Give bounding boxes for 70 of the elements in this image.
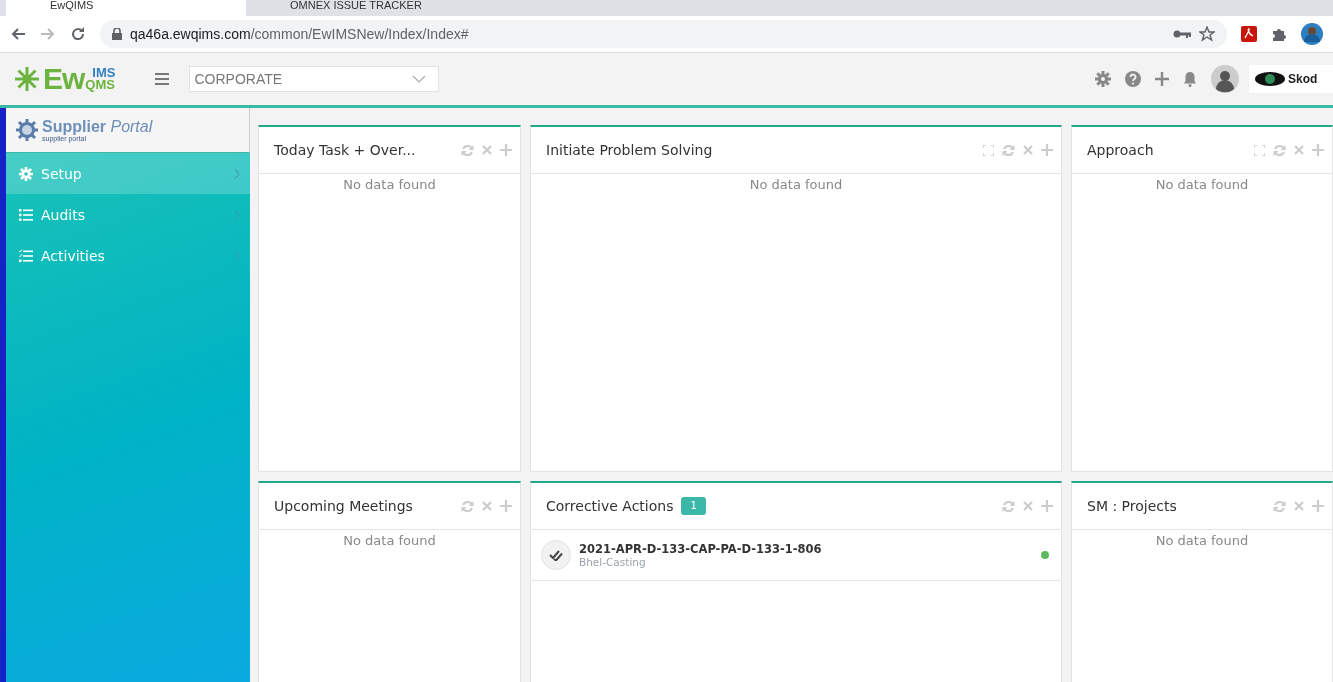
plus-icon[interactable]	[1312, 144, 1324, 156]
logo-text: IMS	[91, 67, 116, 79]
refresh-icon[interactable]	[461, 499, 474, 513]
brand-title: Supplier Portal	[42, 117, 153, 135]
panel-title: SM : Projects	[1087, 498, 1177, 514]
close-icon[interactable]	[1023, 145, 1033, 155]
refresh-icon[interactable]	[461, 143, 474, 157]
back-icon[interactable]	[10, 26, 26, 42]
key-icon[interactable]	[1173, 29, 1191, 39]
close-icon[interactable]	[482, 145, 492, 155]
refresh-icon[interactable]	[1002, 499, 1015, 513]
bell-icon[interactable]	[1183, 71, 1197, 87]
logo-text: QMS	[85, 79, 116, 91]
browser-tab[interactable]: OMNEX ISSUE TRACKER	[246, 0, 486, 16]
fullscreen-icon[interactable]	[983, 144, 994, 156]
close-icon[interactable]	[1294, 501, 1304, 511]
close-icon[interactable]	[1023, 501, 1033, 511]
checklist-icon	[19, 248, 33, 263]
close-icon[interactable]	[482, 501, 492, 511]
gear-emblem-icon	[16, 119, 38, 141]
browser-tab[interactable]: EwQIMS	[6, 0, 246, 16]
logo-text: Ew	[43, 62, 85, 96]
plus-icon[interactable]	[500, 144, 512, 156]
list-icon	[19, 207, 33, 222]
client-logo-text: Skod	[1288, 72, 1318, 86]
forward-icon[interactable]	[40, 26, 56, 42]
chevron-right-icon	[234, 208, 240, 221]
plus-icon[interactable]	[1155, 72, 1169, 86]
lock-icon	[112, 28, 122, 40]
snowflake-icon	[14, 66, 40, 92]
star-icon[interactable]	[1199, 26, 1215, 42]
site-select[interactable]: CORPORATE	[189, 66, 440, 92]
car-badge-icon	[1255, 72, 1285, 86]
reload-icon[interactable]	[70, 26, 86, 42]
panel-title: Approach	[1087, 142, 1154, 158]
user-avatar-icon[interactable]	[1211, 65, 1239, 93]
address-bar[interactable]: qa46a.ewqims.com/common/EwIMSNew/Index/Index#	[100, 20, 1227, 48]
plus-icon[interactable]	[500, 500, 512, 512]
refresh-icon[interactable]	[1273, 143, 1286, 157]
fullscreen-icon[interactable]	[1254, 144, 1265, 156]
profile-avatar-icon[interactable]	[1301, 23, 1323, 45]
chevron-down-icon	[412, 75, 427, 83]
gear-icon	[19, 166, 33, 181]
url-text: qa46a.ewqims.com/common/EwIMSNew/Index/Index#	[130, 26, 469, 42]
empty-message: No data found	[748, 176, 844, 192]
chevron-right-icon	[234, 167, 240, 180]
menu-icon[interactable]	[155, 73, 170, 85]
chevron-right-icon	[234, 249, 240, 262]
plus-icon[interactable]	[1041, 144, 1053, 156]
empty-message: No data found	[342, 532, 437, 548]
refresh-icon[interactable]	[1002, 143, 1015, 157]
count-badge: 1	[681, 497, 706, 515]
panel-title: Corrective Actions	[546, 498, 674, 514]
empty-message: No data found	[1154, 532, 1250, 548]
empty-message: No data found	[1154, 176, 1250, 192]
help-icon[interactable]	[1125, 71, 1141, 87]
pdf-icon[interactable]	[1241, 26, 1257, 42]
close-icon[interactable]	[1294, 145, 1304, 155]
panel-title: Initiate Problem Solving	[546, 142, 713, 158]
panel-title: Today Task + Over...	[274, 142, 416, 158]
settings-icon[interactable]	[1095, 71, 1111, 87]
double-check-icon	[541, 540, 571, 570]
puzzle-icon[interactable]	[1271, 26, 1287, 42]
empty-message: No data found	[342, 176, 437, 192]
plus-icon[interactable]	[1312, 500, 1324, 512]
plus-icon[interactable]	[1041, 500, 1053, 512]
panel-title: Upcoming Meetings	[274, 498, 413, 514]
refresh-icon[interactable]	[1273, 499, 1286, 513]
item-subtitle: Bhel-Casting	[579, 556, 647, 568]
item-title[interactable]: 2021-APR-D-133-CAP-PA-D-133-1-806	[579, 542, 1033, 556]
